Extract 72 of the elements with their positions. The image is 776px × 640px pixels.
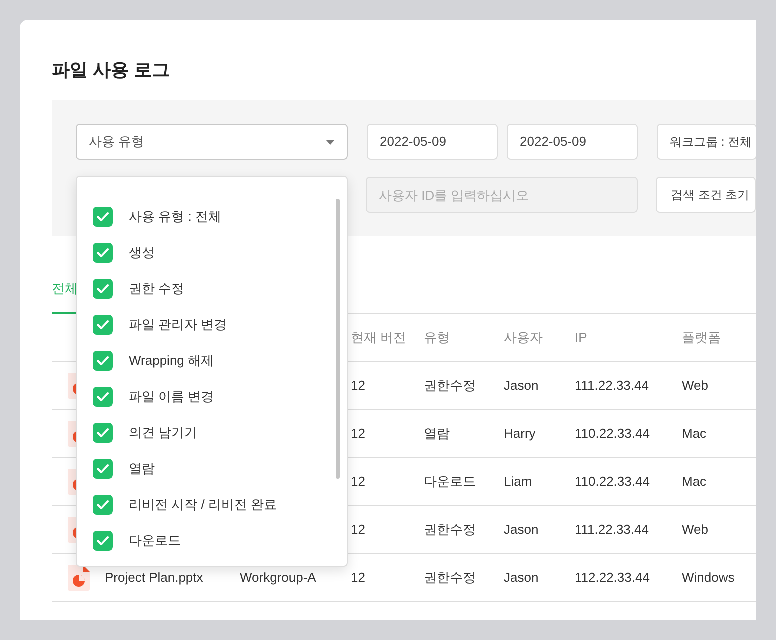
column-header: 사용자 — [504, 330, 543, 345]
table-cell: Jason — [504, 522, 539, 537]
check-icon — [97, 284, 109, 294]
table-cell: Jason — [504, 570, 539, 585]
reset-search-button[interactable]: 검색 조건 초기 — [656, 177, 756, 213]
check-icon — [97, 248, 109, 258]
usage-type-option[interactable]: 생성 — [93, 235, 323, 271]
column-header: 플랫폼 — [682, 330, 721, 345]
usage-type-option[interactable]: 파일 이름 변경 — [93, 379, 323, 415]
table-cell: Web — [682, 522, 708, 537]
checkbox[interactable] — [93, 495, 113, 515]
checkbox[interactable] — [93, 351, 113, 371]
check-icon — [97, 356, 109, 366]
column-header: 현재 버전 — [351, 330, 407, 345]
table-cell: 다운로드 — [424, 474, 476, 489]
table-cell: Web — [682, 378, 708, 393]
end-date-field[interactable]: 2022-05-09 — [507, 124, 638, 160]
usage-type-option[interactable]: 권한 수정 — [93, 271, 323, 307]
user-id-field[interactable]: 사용자 ID를 입력하십시오 — [366, 177, 638, 213]
scrollbar[interactable] — [336, 199, 340, 479]
presentation-file-icon — [68, 564, 90, 590]
table-cell: 권한수정 — [424, 522, 476, 537]
check-icon — [97, 320, 109, 330]
checkbox[interactable] — [93, 459, 113, 479]
table-cell: Workgroup-A — [240, 570, 316, 585]
checkbox[interactable] — [93, 531, 113, 551]
table-cell: Harry — [504, 426, 536, 441]
table-cell: 111.22.33.44 — [575, 378, 649, 393]
checkbox[interactable] — [93, 387, 113, 407]
check-icon — [97, 536, 109, 546]
page-title: 파일 사용 로그 — [52, 59, 172, 82]
start-date-field[interactable]: 2022-05-09 — [367, 124, 498, 160]
usage-type-select[interactable]: 사용 유형 — [76, 124, 348, 160]
check-icon — [97, 392, 109, 402]
checkbox[interactable] — [93, 207, 113, 227]
table-cell: Windows — [682, 570, 735, 585]
table-cell: 권한수정 — [424, 378, 476, 393]
check-icon — [97, 500, 109, 510]
usage-type-option[interactable]: Wrapping 해제 — [93, 343, 323, 379]
table-cell: 12 — [351, 378, 366, 393]
checkbox[interactable] — [93, 243, 113, 263]
table-cell: 12 — [351, 474, 366, 489]
column-header: IP — [575, 330, 588, 345]
workgroup-select[interactable]: 워크그룹 : 전체 — [657, 124, 756, 160]
caret-icon — [326, 140, 335, 144]
column-header: 유형 — [424, 330, 450, 345]
table-cell: 111.22.33.44 — [575, 522, 649, 537]
table-cell: 12 — [351, 522, 366, 537]
usage-type-option[interactable]: 파일 관리자 변경 — [93, 307, 323, 343]
table-cell: 110.22.33.44 — [575, 426, 650, 441]
table-cell: Jason — [504, 378, 539, 393]
usage-type-option[interactable]: 리비전 시작 / 리비전 완료 — [93, 487, 323, 523]
table-cell: Mac — [682, 474, 707, 489]
table-cell: 12 — [351, 570, 366, 585]
check-icon — [97, 212, 109, 222]
table-cell-text: Project Plan.pptx — [105, 568, 204, 587]
usage-type-option[interactable]: 다운로드 — [93, 523, 323, 559]
table-cell: 110.22.33.44 — [575, 474, 650, 489]
check-icon — [97, 464, 109, 474]
usage-type-option[interactable]: 사용 유형 : 전체 — [93, 199, 323, 235]
usage-type-option[interactable]: 열람 — [93, 451, 323, 487]
check-icon — [97, 428, 109, 438]
table-cell: 열람 — [424, 426, 450, 441]
table-cell: 112.22.33.44 — [575, 570, 650, 585]
checkbox[interactable] — [93, 279, 113, 299]
table-cell: 12 — [351, 426, 366, 441]
usage-type-option[interactable]: 의견 남기기 — [93, 415, 323, 451]
table-cell: Liam — [504, 474, 532, 489]
table-cell: 권한수정 — [424, 570, 476, 585]
checkbox[interactable] — [93, 315, 113, 335]
table-cell: Mac — [682, 426, 707, 441]
checkbox[interactable] — [93, 423, 113, 443]
